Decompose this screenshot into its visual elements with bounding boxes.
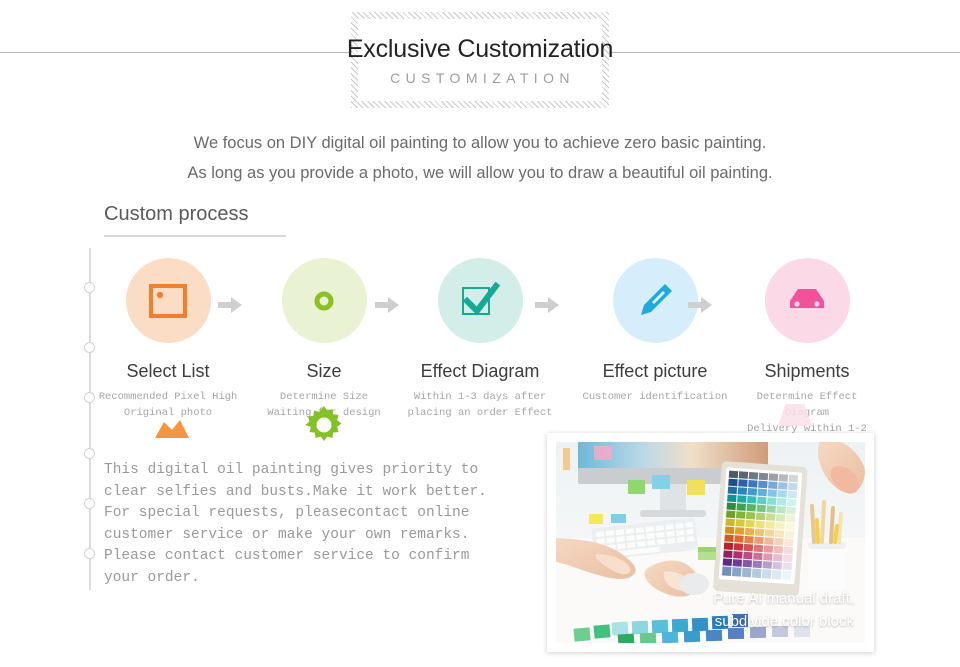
step-arrow-icon	[534, 296, 560, 314]
header-rule-left	[0, 52, 352, 53]
timeline-dot	[84, 448, 95, 459]
process-step-effect-diagram[interactable]: Effect Diagram Within 1-3 days after pla…	[405, 258, 555, 421]
step-description: Recommended Pixel High Original photo	[93, 389, 243, 421]
mountain-shape-icon	[155, 420, 189, 438]
photo-caption: Pure AI manual draft, subdivide color bl…	[713, 587, 854, 633]
ring-icon	[314, 291, 334, 310]
intro-line-2: As long as you provide a photo, we will …	[187, 164, 773, 182]
header-banner: Exclusive Customization CUSTOMIZATION	[0, 0, 960, 118]
header-rule-right	[608, 52, 960, 53]
intro-line-1: We focus on DIY digital oil painting to …	[193, 134, 767, 152]
step-arrow-icon	[687, 296, 713, 314]
car-icon	[790, 288, 824, 308]
step-description: Within 1-3 days after placing an order E…	[405, 389, 555, 421]
step-desc-line-1: Customer identification	[582, 391, 728, 403]
body-copy-line-2: clear selfies and busts.Make it work bet…	[104, 483, 487, 500]
process-step-size[interactable]: Size Determine Size Waiting for design	[249, 258, 399, 421]
gear-shape-icon	[305, 406, 342, 441]
body-copy-line-3: For special requests, pleasecontact onli…	[104, 505, 470, 521]
checkbox-icon	[462, 281, 501, 316]
customization-promo-page: Exclusive Customization CUSTOMIZATION We…	[0, 0, 960, 667]
section-heading: Custom process	[104, 203, 286, 237]
step-title: Shipments	[764, 361, 850, 381]
section-heading-label: Custom process	[104, 203, 249, 225]
step-title: Effect Diagram	[420, 361, 540, 381]
title-box: Exclusive Customization CUSTOMIZATION	[347, 12, 613, 108]
timeline-rail	[89, 248, 91, 590]
step-icon-circle	[612, 258, 698, 343]
intro-paragraph: We focus on DIY digital oil painting to …	[0, 128, 960, 188]
page-title: Exclusive Customization	[346, 35, 614, 63]
step-desc-line-1: Recommended Pixel High	[98, 391, 238, 403]
timeline-dot	[84, 498, 95, 509]
step-title: Size	[306, 361, 342, 381]
timeline-dot	[84, 548, 95, 559]
body-copy-line-6: your order.	[104, 569, 200, 586]
step-icon-circle	[764, 258, 850, 343]
step-title: Effect picture	[602, 361, 708, 381]
process-steps: Select List Recommended Pixel High Origi…	[99, 258, 944, 451]
step-desc-line-1: Determine Size	[279, 391, 369, 403]
step-icon-circle	[281, 258, 367, 343]
workspace-photo: Pure AI manual draft, subdivide color bl…	[556, 442, 865, 643]
step-icon-circle	[125, 258, 211, 343]
step-desc-line-1: Within 1-3 days after	[413, 391, 547, 403]
pen-icon	[641, 283, 672, 315]
step-icon-circle	[437, 258, 523, 343]
process-step-effect-picture[interactable]: Effect picture Customer identification	[580, 258, 730, 405]
step-title: Select List	[126, 361, 210, 381]
step-description: Customer identification	[580, 389, 730, 405]
body-copy-line-4: customer service or make your own remark…	[104, 526, 470, 543]
process-step-select-list[interactable]: Select List Recommended Pixel High Origi…	[93, 258, 243, 421]
body-copy-line-5: Please contact customer service to confi…	[104, 548, 470, 564]
body-copy-line-1: This digital oil painting gives priority…	[104, 462, 479, 478]
photo-card: Pure AI manual draft, subdivide color bl…	[547, 433, 874, 652]
photo-caption-line-2: subdivide color block	[714, 613, 854, 630]
photo-caption-line-1: Pure AI manual draft,	[713, 590, 854, 607]
image-icon	[149, 283, 187, 318]
step-arrow-icon	[217, 296, 243, 314]
step-desc-line-2: placing an order Effect	[407, 407, 553, 419]
body-copy: This digital oil painting gives priority…	[104, 460, 534, 589]
page-subtitle: CUSTOMIZATION	[390, 70, 575, 86]
step-arrow-icon	[374, 296, 400, 314]
